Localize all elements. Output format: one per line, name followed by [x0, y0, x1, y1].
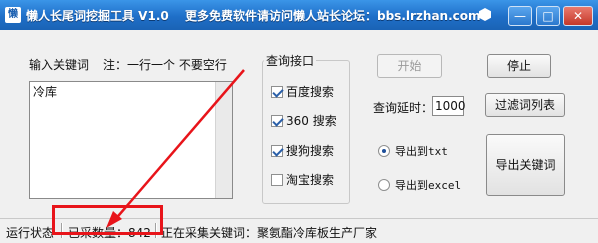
stop-button[interactable]: 停止: [487, 54, 551, 78]
status-state-label: 运行状态: [6, 226, 55, 240]
keyword-text: 冷库: [33, 85, 58, 99]
radio-export-txt[interactable]: 导出到txt: [378, 143, 448, 159]
checkbox-box[interactable]: [271, 114, 283, 127]
query-delay-input[interactable]: 1000: [432, 96, 466, 116]
app-icon: 懒: [5, 7, 21, 23]
checkbox-taobao[interactable]: 淘宝搜索: [271, 171, 334, 188]
keyword-scrollbar[interactable]: [215, 82, 232, 198]
annotation-highlight-box: [52, 205, 163, 235]
keyword-input-note: 注：一行一个 不要空行: [103, 58, 227, 72]
checkbox-baidu[interactable]: 百度搜索: [271, 83, 334, 100]
radio-dot[interactable]: [378, 145, 390, 157]
search-interface-title: 查询接口: [264, 52, 317, 69]
title-bar: 懒 懒人长尾词挖掘工具 V1.0 更多免费软件请访问懒人站长论坛：bbs.lrz…: [0, 0, 598, 30]
checkbox-sogou[interactable]: 搜狗搜索: [271, 142, 334, 159]
query-delay-label: 查询延时：: [373, 101, 434, 115]
title-ad-text[interactable]: 更多免费软件请访问懒人站长论坛：bbs.lrzhan.com: [185, 7, 481, 24]
window-title: 懒人长尾词挖掘工具 V1.0: [26, 9, 169, 23]
radio-label: 导出到txt: [395, 145, 448, 158]
checkbox-label: 淘宝搜索: [286, 173, 335, 187]
maximize-button[interactable]: □: [536, 6, 560, 26]
checkbox-360[interactable]: 360 搜索: [271, 112, 337, 129]
keyword-input-label: 输入关键词: [29, 58, 90, 72]
checkbox-label: 百度搜索: [286, 85, 335, 99]
radio-label: 导出到excel: [395, 179, 462, 192]
minimize-button[interactable]: —: [508, 6, 532, 26]
export-keywords-button[interactable]: 导出关键词: [486, 134, 565, 196]
checkbox-label: 360 搜索: [286, 114, 337, 128]
start-button[interactable]: 开始: [377, 54, 442, 78]
radio-export-excel[interactable]: 导出到excel: [378, 177, 461, 193]
checkbox-box[interactable]: [271, 144, 283, 157]
checkbox-label: 搜狗搜索: [286, 144, 335, 158]
filter-list-button[interactable]: 过滤词列表: [485, 93, 565, 117]
checkbox-box[interactable]: [271, 173, 283, 186]
keyword-textarea[interactable]: 冷库: [29, 81, 233, 199]
status-current-keyword: 正在采集关键词：聚氨酯冷库板生产厂家: [161, 226, 378, 240]
radio-dot[interactable]: [378, 179, 390, 191]
checkbox-box[interactable]: [271, 85, 283, 98]
close-button[interactable]: ✕: [563, 6, 593, 26]
